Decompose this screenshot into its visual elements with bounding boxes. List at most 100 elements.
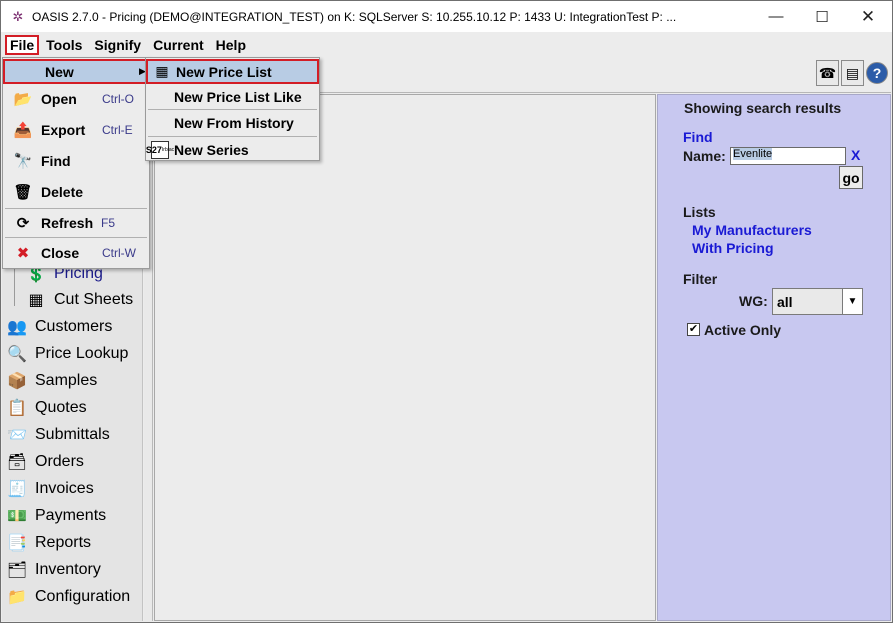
new-price-list-label: New Price List bbox=[176, 63, 272, 80]
nav-label-samples: Samples bbox=[35, 371, 98, 389]
submenu-new-price-list[interactable]: ▦ New Price List bbox=[146, 59, 319, 84]
nav-item-cut-sheets[interactable]: ▦ Cut Sheets bbox=[2, 286, 143, 313]
nav-item-orders[interactable]: 🗃 Orders bbox=[2, 448, 143, 475]
nav-label-price-lookup: Price Lookup bbox=[35, 344, 129, 362]
nav-item-samples[interactable]: 📦 Samples bbox=[2, 367, 143, 394]
menu-bar: File Tools Signify Current Help bbox=[2, 32, 891, 57]
invoices-icon: 🧾 bbox=[7, 480, 27, 498]
file-menu-export-label: Export bbox=[41, 122, 86, 138]
go-button[interactable]: go bbox=[839, 166, 863, 189]
menu-current[interactable]: Current bbox=[148, 35, 209, 55]
quotes-icon: 📋 bbox=[7, 399, 27, 417]
open-shortcut: Ctrl-O bbox=[102, 92, 134, 106]
inventory-icon: 🗂 bbox=[6, 561, 28, 579]
close-shortcut: Ctrl-W bbox=[102, 246, 136, 260]
payments-icon: 💵 bbox=[7, 507, 27, 525]
file-menu-delete-label: Delete bbox=[41, 184, 84, 200]
find-label[interactable]: Find bbox=[683, 129, 713, 145]
submenu-new-from-history[interactable]: New From History bbox=[146, 110, 319, 136]
nav-item-reports[interactable]: 📑 Reports bbox=[2, 529, 143, 556]
price-lookup-icon: 🔍 bbox=[7, 345, 27, 363]
file-menu-close[interactable]: ✖ Close Ctrl-W bbox=[3, 239, 149, 267]
s27-subtext: Irblac bbox=[161, 147, 175, 153]
list-my-manufacturers[interactable]: My Manufacturers bbox=[692, 222, 812, 238]
nav-item-quotes[interactable]: 📋 Quotes bbox=[2, 394, 143, 421]
clear-search-button[interactable]: X bbox=[851, 147, 860, 163]
menu-help[interactable]: Help bbox=[211, 35, 251, 55]
reports-icon: 📑 bbox=[7, 534, 27, 552]
oasis-app-icon: ✲ bbox=[12, 8, 24, 24]
nav-label-invoices: Invoices bbox=[35, 479, 94, 497]
nav-label-configuration: Configuration bbox=[35, 587, 131, 605]
nav-label-submittals: Submittals bbox=[35, 425, 110, 443]
search-results-heading: Showing search results bbox=[684, 100, 842, 116]
name-input-value: Evenlite bbox=[733, 148, 773, 160]
search-panel: Showing search results Find Name: Evenli… bbox=[657, 94, 891, 621]
nav-label-reports: Reports bbox=[35, 533, 92, 551]
active-only-checkbox[interactable]: ✔ bbox=[687, 323, 700, 336]
customers-icon: 👥 bbox=[7, 318, 27, 336]
file-menu-open[interactable]: 📂 Open Ctrl-O bbox=[3, 85, 149, 113]
file-menu-refresh[interactable]: ⟳ Refresh F5 bbox=[3, 209, 149, 237]
nav-label-customers: Customers bbox=[35, 317, 113, 335]
main-content-area bbox=[154, 94, 656, 621]
submenu-new-series[interactable]: S27 Irblac New Series bbox=[146, 137, 319, 163]
close-window-button[interactable]: ✕ bbox=[845, 1, 891, 32]
nav-item-invoices[interactable]: 🧾 Invoices bbox=[2, 475, 143, 502]
minimize-button[interactable]: — bbox=[753, 1, 799, 32]
nav-item-customers[interactable]: 👥 Customers bbox=[2, 313, 143, 340]
file-menu-new-label: New bbox=[45, 63, 74, 80]
maximize-button[interactable]: ☐ bbox=[799, 1, 845, 32]
menu-file[interactable]: File bbox=[5, 34, 40, 55]
series-s27-icon: S27 Irblac bbox=[146, 141, 174, 159]
notebook-icon[interactable]: ▤ bbox=[841, 60, 864, 86]
nav-label-orders: Orders bbox=[35, 452, 84, 470]
nav-item-inventory[interactable]: 🗂 Inventory bbox=[2, 556, 143, 583]
cut-sheets-icon: ▦ bbox=[28, 291, 44, 309]
new-price-list-like-label: New Price List Like bbox=[174, 89, 302, 105]
blank-icon bbox=[151, 88, 169, 106]
wg-dropdown[interactable]: all ▼ bbox=[772, 288, 863, 315]
name-label: Name: bbox=[683, 148, 726, 164]
export-icon: 📤 bbox=[13, 122, 33, 139]
refresh-icon: ⟳ bbox=[16, 215, 30, 232]
orders-icon: 🗃 bbox=[6, 453, 28, 471]
close-icon: ✖ bbox=[16, 245, 30, 262]
nav-label-inventory: Inventory bbox=[35, 560, 101, 578]
nav-label-cut-sheets: Cut Sheets bbox=[54, 290, 134, 308]
file-menu-find[interactable]: 🔭 Find bbox=[3, 147, 149, 175]
nav-item-price-lookup[interactable]: 🔍 Price Lookup bbox=[2, 340, 143, 367]
toolbar-icons: ☎ ▤ ? bbox=[816, 60, 888, 86]
nav-item-payments[interactable]: 💵 Payments bbox=[2, 502, 143, 529]
app-window: ✲ OASIS 2.7.0 - Pricing (DEMO@INTEGRATIO… bbox=[0, 0, 893, 623]
file-menu-delete[interactable]: 🗑 Delete bbox=[3, 178, 149, 206]
lists-label: Lists bbox=[683, 204, 716, 220]
samples-icon: 📦 bbox=[7, 372, 27, 390]
nav-item-submittals[interactable]: 📨 Submittals bbox=[2, 421, 143, 448]
s27-text: S27 bbox=[145, 145, 162, 155]
nav-label-payments: Payments bbox=[35, 506, 107, 524]
chevron-down-icon[interactable]: ▼ bbox=[842, 289, 862, 314]
menu-separator bbox=[5, 237, 147, 238]
file-menu-close-label: Close bbox=[41, 245, 80, 261]
file-menu-export[interactable]: 📤 Export Ctrl-E bbox=[3, 116, 149, 144]
phone-icon[interactable]: ☎ bbox=[816, 60, 839, 86]
file-menu-find-label: Find bbox=[41, 153, 71, 169]
new-series-label: New Series bbox=[174, 142, 249, 158]
menu-signify[interactable]: Signify bbox=[89, 35, 146, 55]
file-menu-new[interactable]: New ▶ bbox=[3, 59, 149, 84]
blank-icon bbox=[151, 114, 169, 132]
help-icon[interactable]: ? bbox=[866, 62, 888, 84]
export-shortcut: Ctrl-E bbox=[102, 123, 133, 137]
name-search-input[interactable]: Evenlite bbox=[730, 147, 846, 165]
menu-tools[interactable]: Tools bbox=[41, 35, 87, 55]
wg-label: WG: bbox=[739, 293, 768, 309]
window-title: OASIS 2.7.0 - Pricing (DEMO@INTEGRATION_… bbox=[32, 9, 677, 24]
table-icon: ▦ bbox=[155, 63, 169, 79]
submenu-new-price-list-like[interactable]: New Price List Like bbox=[146, 84, 319, 110]
list-with-pricing[interactable]: With Pricing bbox=[692, 240, 774, 256]
new-from-history-label: New From History bbox=[174, 115, 294, 131]
file-menu-refresh-label: Refresh bbox=[41, 215, 94, 231]
nav-item-configuration[interactable]: 📁 Configuration bbox=[2, 583, 143, 610]
configuration-icon: 📁 bbox=[7, 588, 27, 606]
